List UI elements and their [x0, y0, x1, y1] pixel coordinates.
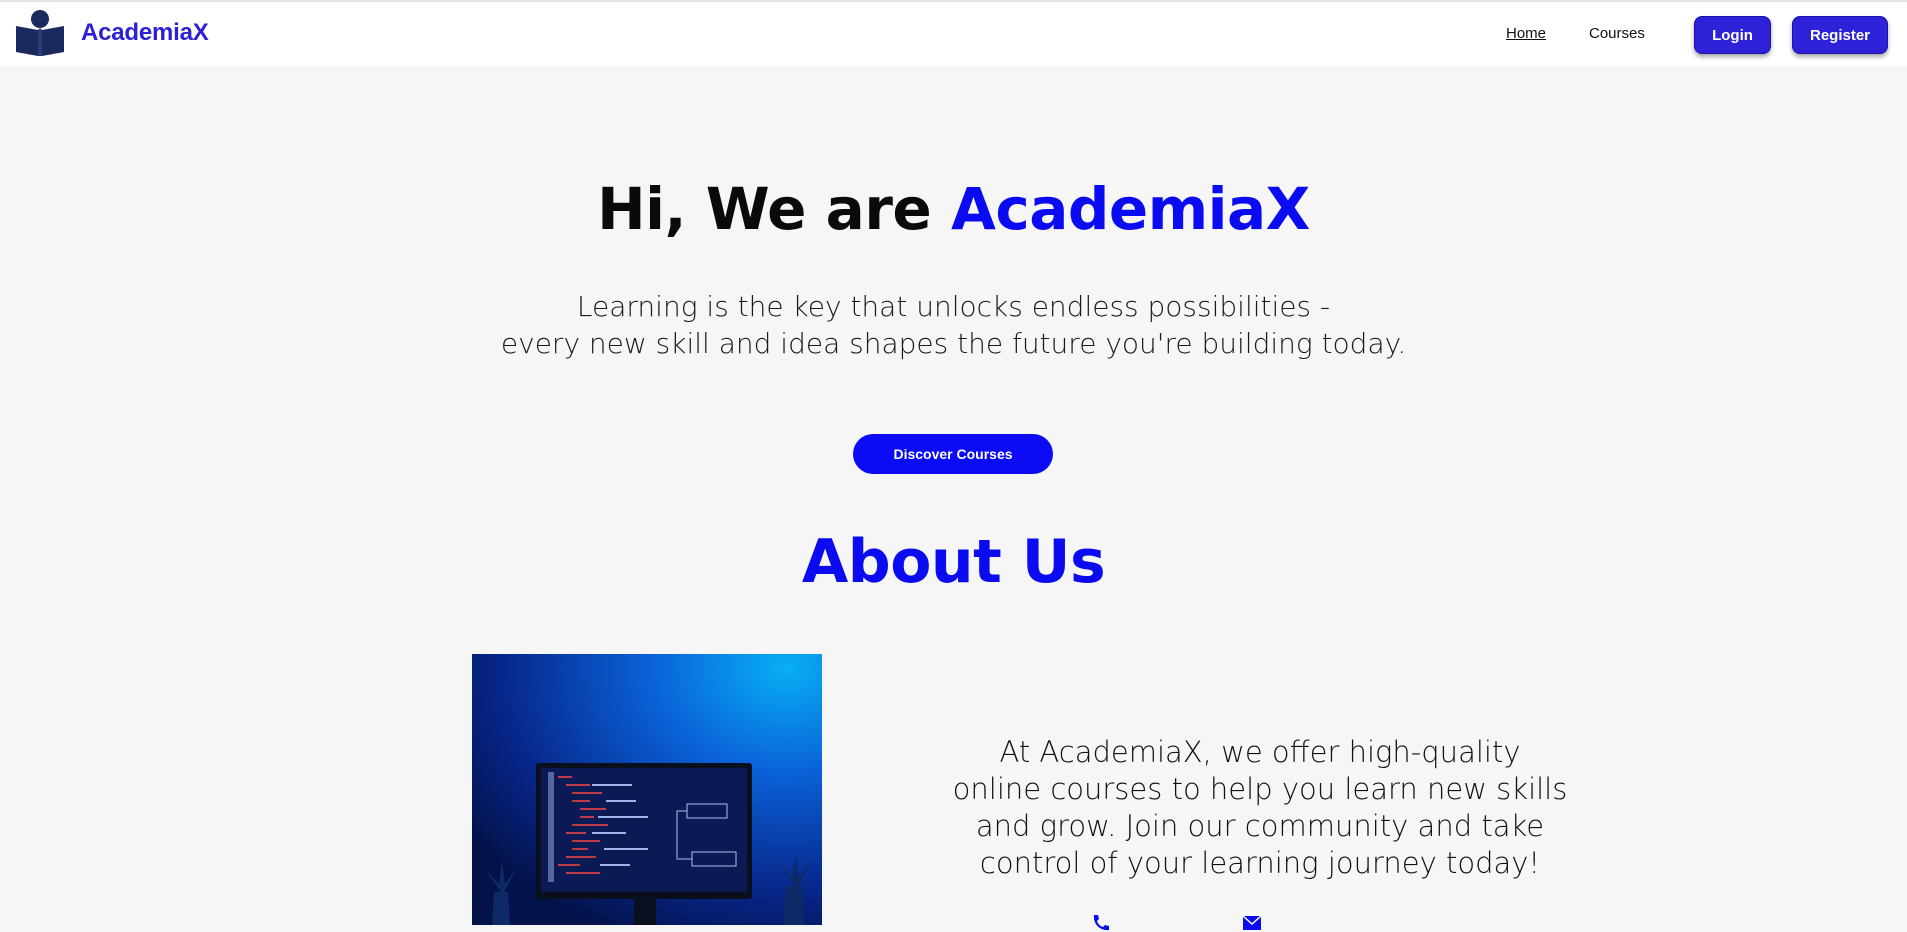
phone-icon [1093, 915, 1109, 931]
login-button[interactable]: Login [1694, 16, 1771, 54]
brand[interactable]: AcademiaX [14, 8, 209, 58]
about-description: At AcademiaX, we offer high-quality onli… [930, 734, 1590, 882]
book-reader-icon [16, 10, 64, 56]
hero-title: Hi, We are AcademiaX [0, 175, 1907, 243]
about-title: About Us [801, 527, 1106, 597]
hero-title-prefix: Hi, We are [597, 175, 951, 243]
hero-title-accent: AcademiaX [950, 175, 1310, 243]
about-line-2: online courses to help you learn new ski… [952, 772, 1568, 806]
code-monitor-image [472, 654, 822, 925]
about-line-4: control of your learning journey today! [979, 846, 1541, 880]
navbar: AcademiaX Home Courses Login Register [0, 0, 1907, 66]
hero-subtitle-line-2: every new skill and idea shapes the futu… [500, 327, 1407, 360]
nav-courses-link[interactable]: Courses [1589, 25, 1645, 42]
register-button[interactable]: Register [1792, 16, 1888, 54]
hero-subtitle-line-1: Learning is the key that unlocks endless… [576, 290, 1331, 323]
email-icon [1242, 915, 1262, 930]
brand-name: AcademiaX [81, 19, 209, 46]
about-line-3: and grow. Join our community and take [975, 809, 1545, 843]
contact-row [1090, 914, 1262, 932]
hero-subtitle: Learning is the key that unlocks endless… [0, 288, 1907, 362]
about-line-1: At AcademiaX, we offer high-quality [999, 735, 1521, 769]
discover-courses-button[interactable]: Discover Courses [853, 434, 1053, 474]
nav-home-link[interactable]: Home [1506, 25, 1546, 42]
